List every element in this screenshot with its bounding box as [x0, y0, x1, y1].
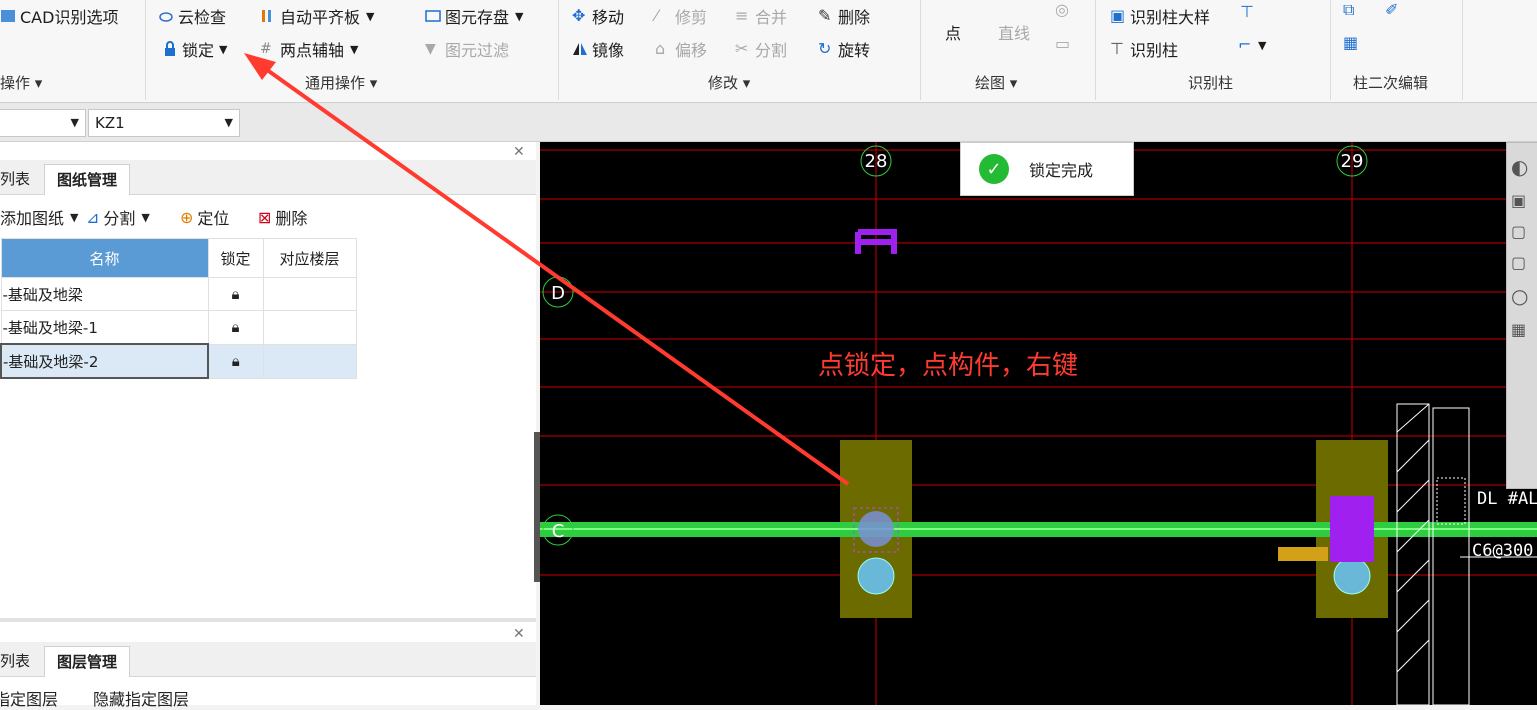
arrow-head: [244, 53, 276, 80]
arrow-line: [254, 60, 850, 486]
annotation-arrow: [244, 53, 850, 486]
